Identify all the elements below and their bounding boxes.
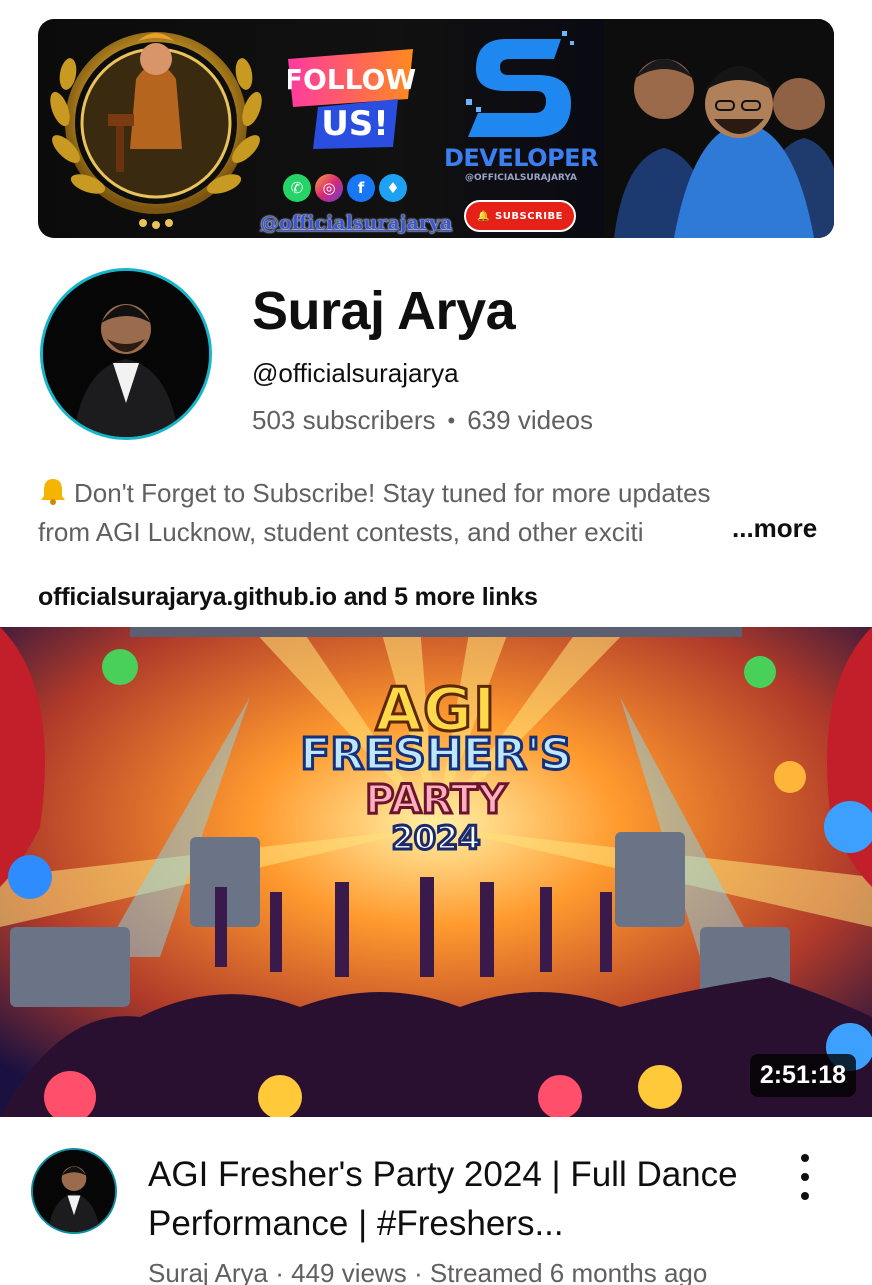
video-channel-avatar[interactable]: [31, 1148, 117, 1234]
whatsapp-icon: ✆: [283, 174, 311, 202]
banner-subscribe-badge: 🔔 SUBSCRIBE: [464, 200, 576, 232]
subscriber-count: 503 subscribers: [252, 405, 436, 435]
svg-text:FOLLOW: FOLLOW: [288, 63, 416, 96]
more-options-icon[interactable]: [790, 1154, 820, 1200]
channel-stats: 503 subscribers • 639 videos: [252, 405, 593, 436]
channel-avatar[interactable]: [40, 268, 212, 440]
person-photo: [33, 1150, 115, 1232]
channel-description[interactable]: Don't Forget to Subscribe! Stay tuned fo…: [38, 474, 838, 552]
laurel-emblem: [50, 32, 262, 229]
description-line-2: from AGI Lucknow, student contests, and …: [38, 513, 728, 552]
follow-us-badge: FOLLOW US!: [288, 49, 416, 149]
thumbnail-title-year: 2024: [390, 818, 482, 859]
thumbnail-title-freshers: FRESHER'S: [299, 728, 574, 782]
facebook-icon: f: [347, 174, 375, 202]
video-streamed: Streamed 6 months ago: [429, 1258, 708, 1285]
svg-text:US!: US!: [321, 104, 389, 144]
bell-icon: [41, 479, 65, 505]
video-count: 639 videos: [467, 405, 594, 435]
social-icons: ✆ ◎ f ♦: [283, 174, 407, 202]
video-title[interactable]: AGI Fresher's Party 2024 | Full Dance Pe…: [148, 1150, 768, 1248]
banner-handle: @officialsurajarya: [260, 212, 453, 234]
description-line-1: Don't Forget to Subscribe! Stay tuned fo…: [38, 474, 838, 513]
channel-name: Suraj Arya: [252, 281, 516, 341]
instagram-icon: ◎: [315, 174, 343, 202]
banner-people-photo: [604, 19, 834, 238]
stats-separator: •: [447, 407, 456, 433]
channel-handle: @officialsurajarya: [252, 358, 459, 388]
channel-banner: FOLLOW US! ✆ ◎ f ♦ @officialsurajarya DE…: [38, 19, 834, 238]
bell-icon: 🔔: [477, 210, 491, 222]
channel-links[interactable]: officialsurajarya.github.io and 5 more l…: [38, 583, 538, 612]
description-more-button[interactable]: ...more: [732, 513, 817, 544]
thumbnail-title-party: PARTY: [364, 776, 509, 825]
video-duration: 2:51:18: [749, 1054, 856, 1097]
video-meta: Suraj Arya · 449 views · Streamed 6 mont…: [148, 1258, 707, 1285]
developer-title: DEVELOPER: [443, 144, 599, 172]
twitter-icon: ♦: [379, 174, 407, 202]
developer-handle: @OFFICIALSURAJARYA: [464, 173, 577, 183]
video-thumbnail[interactable]: AGI FRESHER'S PARTY 2024 2:51:18: [0, 627, 872, 1117]
developer-logo-icon: [466, 31, 574, 137]
video-views: 449 views: [291, 1258, 407, 1285]
video-author: Suraj Arya: [148, 1258, 268, 1285]
person-photo: [43, 271, 209, 437]
